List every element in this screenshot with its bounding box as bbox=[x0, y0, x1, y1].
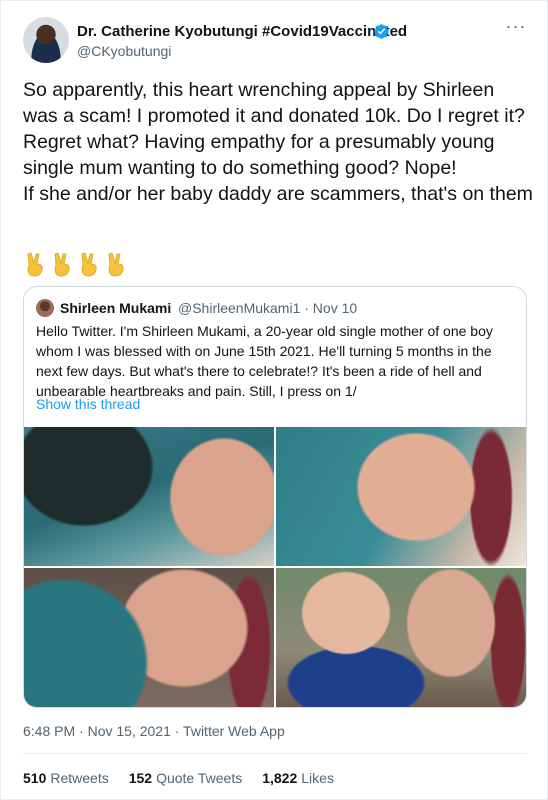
victory-hand-icon bbox=[27, 252, 43, 277]
verified-badge-icon bbox=[374, 24, 389, 39]
quote-tweets-label: Quote Tweets bbox=[156, 770, 243, 786]
media-grid bbox=[24, 427, 526, 707]
quoted-author-avatar[interactable] bbox=[36, 299, 54, 317]
likes-stat[interactable]: 1,822 Likes bbox=[262, 770, 334, 786]
author-handle[interactable]: @CKyobutungi bbox=[77, 43, 171, 59]
engagement-stats: 510 Retweets 152 Quote Tweets 1,822 Likes bbox=[23, 770, 334, 786]
victory-hand-icon bbox=[81, 252, 97, 277]
victory-hand-icon bbox=[108, 252, 124, 277]
likes-label: Likes bbox=[301, 770, 334, 786]
quoted-tweet-text: Hello Twitter. I'm Shirleen Mukami, a 20… bbox=[36, 323, 493, 399]
quoted-author-name[interactable]: Shirleen Mukami bbox=[60, 300, 171, 316]
victory-hand-icon bbox=[54, 252, 70, 277]
tweet-text: So apparently, this heart wrenching appe… bbox=[23, 77, 533, 207]
quote-tweets-count: 152 bbox=[128, 770, 153, 786]
photo-mother-hugging-baby[interactable] bbox=[24, 568, 274, 707]
photo-baby-and-mother[interactable] bbox=[276, 568, 526, 707]
quoted-tweet[interactable]: Shirleen Mukami @ShirleenMukami1 · Nov 1… bbox=[23, 286, 527, 708]
retweets-stat[interactable]: 510 Retweets bbox=[23, 770, 109, 786]
photo-mother-kissing-baby-head[interactable] bbox=[276, 427, 526, 566]
retweets-count: 510 bbox=[23, 770, 47, 786]
author-name[interactable]: Dr. Catherine Kyobutungi #Covid19Vaccina… bbox=[77, 23, 407, 40]
more-options-icon[interactable]: ··· bbox=[501, 17, 531, 39]
tweet-paragraph: If she and/or her baby daddy are scammer… bbox=[23, 183, 533, 205]
photo-mother-kissing-baby[interactable] bbox=[24, 427, 274, 566]
quoted-author-handle[interactable]: @ShirleenMukami1 · Nov 10 bbox=[178, 300, 357, 316]
tweet-card: Dr. Catherine Kyobutungi #Covid19Vaccina… bbox=[0, 0, 548, 800]
show-thread-link[interactable]: Show this thread bbox=[36, 396, 140, 412]
author-avatar[interactable] bbox=[23, 17, 69, 63]
retweets-label: Retweets bbox=[50, 770, 109, 786]
emoji-row bbox=[25, 251, 128, 279]
divider bbox=[23, 753, 527, 754]
likes-count: 1,822 bbox=[262, 770, 298, 786]
tweet-timestamp[interactable]: 6:48 PM · Nov 15, 2021 · Twitter Web App bbox=[23, 723, 285, 739]
tweet-paragraph: So apparently, this heart wrenching appe… bbox=[23, 79, 525, 179]
quote-tweets-stat[interactable]: 152 Quote Tweets bbox=[129, 770, 243, 786]
